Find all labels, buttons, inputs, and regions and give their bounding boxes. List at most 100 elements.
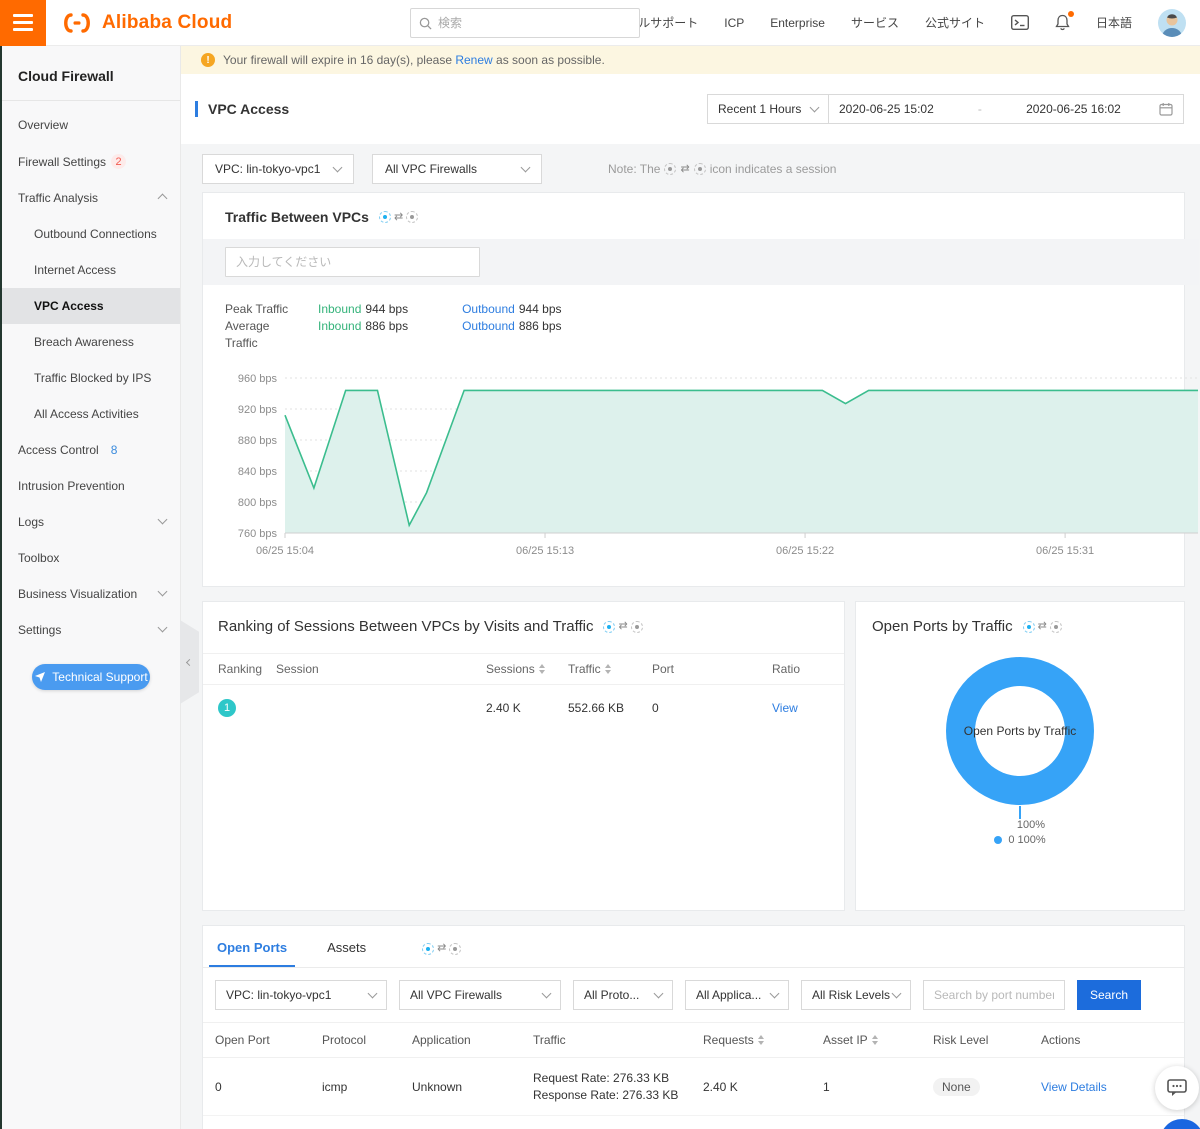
sidebar-item-overview[interactable]: Overview xyxy=(2,107,180,143)
sessions-value: 2.40 K xyxy=(486,701,521,715)
global-search[interactable] xyxy=(410,8,640,38)
tab-open-ports[interactable]: Open Ports xyxy=(208,940,296,967)
vpc-filter-row: VPC: lin-tokyo-vpc1 All VPC Firewalls No… xyxy=(202,154,1184,184)
chat-support-button[interactable] xyxy=(1155,1066,1199,1110)
language-selector[interactable]: 日本語 xyxy=(1096,14,1132,31)
renew-link[interactable]: Renew xyxy=(455,53,492,67)
svg-text:06/25 15:04: 06/25 15:04 xyxy=(256,545,314,557)
view-link[interactable]: View xyxy=(772,701,798,715)
nav-item-official-site[interactable]: 公式サイト xyxy=(925,14,985,31)
asset-ip-value: 1 xyxy=(823,1079,830,1094)
session-arrows-icon: ⇄ xyxy=(393,210,404,223)
sessions-sort-header[interactable]: Sessions xyxy=(486,662,568,676)
view-details-link[interactable]: View Details xyxy=(1041,1080,1107,1094)
notifications-bell-icon[interactable] xyxy=(1055,11,1074,31)
peak-outbound-value: 944 bps xyxy=(518,302,562,316)
vpc-select[interactable]: VPC: lin-tokyo-vpc1 xyxy=(202,154,354,184)
vpc-firewalls-select[interactable]: All VPC Firewalls xyxy=(372,154,542,184)
tabs-row: Open Ports Assets ⇄ xyxy=(203,926,1184,968)
ports-table-header: Open Port Protocol Application Traffic R… xyxy=(203,1022,1184,1058)
search-input[interactable] xyxy=(438,16,631,30)
search-button[interactable]: Search xyxy=(1077,980,1141,1010)
sidebar-item-logs[interactable]: Logs xyxy=(2,504,180,540)
risk-level-badge: None xyxy=(933,1077,980,1096)
svg-text:920 bps: 920 bps xyxy=(238,404,278,416)
sidebar-item-all-access-activities[interactable]: All Access Activities xyxy=(2,396,180,432)
sidebar-item-traffic-analysis[interactable]: Traffic Analysis xyxy=(2,180,180,216)
speech-bubble-icon xyxy=(1167,1079,1187,1096)
svg-text:760 bps: 760 bps xyxy=(238,528,278,540)
sidebar-item-firewall-settings[interactable]: Firewall Settings 2 xyxy=(2,143,180,180)
ranking-table-row: 1 2.40 K 552.66 KB 0 View xyxy=(203,685,844,731)
session-dot-blue-icon xyxy=(1022,620,1035,633)
vpc-session-icon: ⇄ xyxy=(603,620,643,633)
svg-text:960 bps: 960 bps xyxy=(238,373,278,385)
legend-dot xyxy=(994,836,1003,844)
nav-item-icp[interactable]: ICP xyxy=(724,16,744,30)
date-range-picker[interactable]: 2020-06-25 15:02 - 2020-06-25 16:02 xyxy=(829,94,1184,124)
technical-support-button[interactable]: Technical Support xyxy=(32,664,150,690)
risk-level-select[interactable]: All Risk Levels xyxy=(801,980,911,1010)
traffic-sort-header[interactable]: Traffic xyxy=(568,662,652,676)
traffic-stats: Peak Traffic Inbound 944 bps Outbound 944 … xyxy=(225,302,562,350)
alibaba-cloud-logo-icon xyxy=(64,12,90,33)
sidebar-item-internet-access[interactable]: Internet Access xyxy=(2,252,180,288)
donut-callout-line xyxy=(1019,806,1021,819)
hamburger-menu-icon[interactable] xyxy=(0,0,46,46)
open-port-value: 0 xyxy=(215,1079,222,1094)
sidebar-item-toolbox[interactable]: Toolbox xyxy=(2,540,180,576)
avg-inbound-value: 886 bps xyxy=(365,319,409,333)
rank-badge: 1 xyxy=(218,699,236,717)
time-range-select[interactable]: Recent 1 Hours xyxy=(707,94,829,124)
sidebar-title: Cloud Firewall xyxy=(18,68,114,84)
chevron-left-icon xyxy=(185,658,194,666)
svg-text:06/25 15:13: 06/25 15:13 xyxy=(516,545,574,557)
open-ports-donut-chart: Open Ports by Traffic 100% 0 100% xyxy=(872,657,1168,846)
sidebar-item-intrusion-prevention[interactable]: Intrusion Prevention xyxy=(2,468,180,504)
console-terminal-icon[interactable] xyxy=(1010,15,1029,30)
session-dot-icon xyxy=(693,163,706,175)
chevron-down-icon xyxy=(653,988,664,999)
top-navigation: Alibaba Cloud 料金 テクニカルサポート ICP Enterpris… xyxy=(0,0,1200,46)
ranking-card-title: Ranking of Sessions Between VPCs by Visi… xyxy=(218,618,594,635)
requests-sort-header[interactable]: Requests xyxy=(703,1033,823,1047)
ports-filter-row: VPC: lin-tokyo-vpc1 All VPC Firewalls Al… xyxy=(203,968,1184,1022)
sort-icon[interactable] xyxy=(757,1035,764,1045)
nav-item-services[interactable]: サービス xyxy=(851,14,899,31)
nav-item-enterprise[interactable]: Enterprise xyxy=(770,16,825,30)
port-number-search-input[interactable] xyxy=(923,980,1065,1010)
tab-assets[interactable]: Assets xyxy=(325,940,368,967)
session-dot-icon xyxy=(664,163,677,175)
protocol-select[interactable]: All Proto... xyxy=(573,980,673,1010)
sidebar-item-business-visualization[interactable]: Business Visualization xyxy=(2,576,180,612)
traffic-between-vpcs-card: Traffic Between VPCs ⇄ Peak Traffic Inbo… xyxy=(202,192,1199,587)
sidebar-item-outbound-connections[interactable]: Outbound Connections xyxy=(2,216,180,252)
sidebar-item-breach-awareness[interactable]: Breach Awareness xyxy=(2,324,180,360)
sort-icon[interactable] xyxy=(538,664,545,674)
sidebar-collapse-handle[interactable] xyxy=(180,620,199,704)
main-content: ! Your firewall will expire in 16 day(s)… xyxy=(181,46,1200,1129)
sidebar-item-vpc-access[interactable]: VPC Access xyxy=(2,288,180,324)
chevron-up-icon xyxy=(157,191,168,205)
asset-ip-sort-header[interactable]: Asset IP xyxy=(823,1033,933,1047)
warning-icon: ! xyxy=(201,53,215,67)
sidebar-item-access-control[interactable]: Access Control 8 xyxy=(2,432,180,468)
vpc-firewalls-select[interactable]: All VPC Firewalls xyxy=(399,980,561,1010)
sidebar-item-traffic-blocked-by-ips[interactable]: Traffic Blocked by IPS xyxy=(2,360,180,396)
sort-icon[interactable] xyxy=(871,1035,878,1045)
search-icon xyxy=(419,17,432,30)
chevron-down-icon xyxy=(541,988,552,999)
session-dot-gray-icon xyxy=(630,620,643,633)
sidebar: Cloud Firewall Overview Firewall Setting… xyxy=(0,46,199,1129)
vpc-pair-input[interactable] xyxy=(225,247,480,277)
chevron-down-icon xyxy=(367,988,378,999)
user-avatar[interactable] xyxy=(1158,8,1186,37)
vpc-select[interactable]: VPC: lin-tokyo-vpc1 xyxy=(215,980,387,1010)
sidebar-item-settings[interactable]: Settings xyxy=(2,612,180,648)
sort-icon[interactable] xyxy=(604,664,611,674)
application-select[interactable]: All Applica... xyxy=(685,980,789,1010)
avg-outbound-value: 886 bps xyxy=(518,319,562,333)
vpc-session-icon: ⇄ xyxy=(422,942,462,955)
brand-logo[interactable]: Alibaba Cloud xyxy=(60,12,232,34)
page-title: VPC Access xyxy=(195,101,289,117)
